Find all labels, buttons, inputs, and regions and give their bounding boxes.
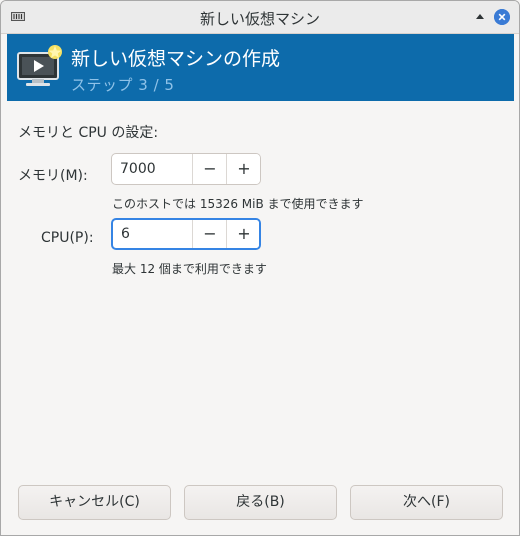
wizard-step: ステップ 3 / 5 — [71, 76, 175, 94]
cpu-input[interactable] — [113, 220, 193, 248]
memory-hint: このホストでは 15326 MiB まで使用できます — [112, 197, 364, 211]
memory-spinner[interactable]: − + — [111, 153, 261, 185]
cpu-label: CPU(P): — [41, 230, 94, 246]
chevron-up-icon[interactable] — [472, 9, 488, 25]
cancel-button[interactable]: キャンセル(C) — [18, 485, 171, 520]
dialog-window: 新しい仮想マシン 新しい仮想マシンの作成 ステップ 3 / 5 メモリと CPU… — [0, 0, 520, 536]
back-button[interactable]: 戻る(B) — [184, 485, 337, 520]
memory-decrement-button[interactable]: − — [192, 154, 227, 184]
cpu-increment-button[interactable]: + — [226, 220, 259, 248]
memory-input[interactable] — [112, 154, 192, 184]
cpu-spinner[interactable]: − + — [111, 218, 261, 250]
wizard-heading: 新しい仮想マシンの作成 — [71, 48, 281, 70]
new-vm-icon — [17, 45, 62, 86]
window-title: 新しい仮想マシン — [199, 10, 320, 28]
titlebar[interactable]: 新しい仮想マシン — [1, 1, 519, 34]
cpu-decrement-button[interactable]: − — [192, 220, 227, 248]
memory-increment-button[interactable]: + — [226, 154, 260, 184]
next-button[interactable]: 次へ(F) — [350, 485, 503, 520]
wizard-banner: 新しい仮想マシンの作成 ステップ 3 / 5 — [7, 34, 514, 101]
section-title: メモリと CPU の設定: — [18, 125, 159, 141]
cpu-hint: 最大 12 個まで利用できます — [112, 262, 267, 276]
memory-label: メモリ(M): — [18, 168, 88, 184]
close-icon[interactable] — [494, 9, 510, 25]
